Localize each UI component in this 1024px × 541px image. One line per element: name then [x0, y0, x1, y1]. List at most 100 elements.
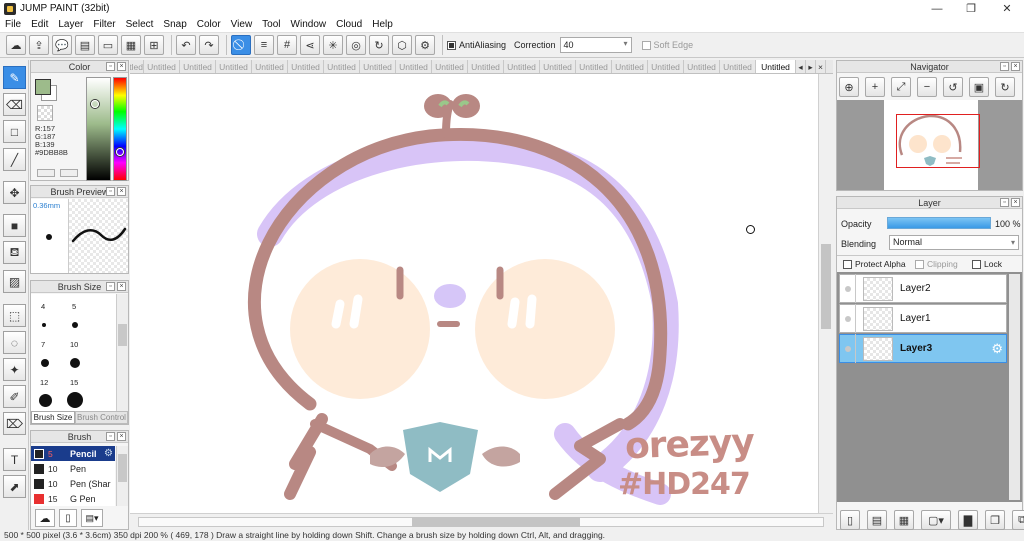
share-icon[interactable]: ⇪ — [29, 35, 49, 55]
tab-document[interactable]: Untitled — [432, 60, 468, 73]
layout-icon[interactable]: ▦ — [121, 35, 141, 55]
menu-snap[interactable]: Snap — [158, 19, 191, 30]
zoom-out-icon[interactable]: − — [917, 77, 937, 97]
new-brush-icon[interactable]: ▯ — [59, 509, 77, 527]
curve-snap-icon[interactable]: ↻ — [369, 35, 389, 55]
size-12-dot[interactable] — [39, 394, 52, 407]
panel-float-icon[interactable]: ▫ — [106, 282, 115, 291]
cloud-brush-icon[interactable]: ☁ — [35, 509, 55, 527]
tab-document[interactable]: Untitled — [504, 60, 540, 73]
bucket-tool-icon[interactable]: ⛾ — [3, 241, 26, 264]
panel-float-icon[interactable]: ▫ — [106, 62, 115, 71]
new-raster-layer-icon[interactable]: ▤ — [867, 510, 887, 530]
rotate-left-icon[interactable]: ↺ — [943, 77, 963, 97]
size-10-dot[interactable] — [70, 358, 80, 368]
zoom-fit-icon[interactable]: ⊕ — [839, 77, 859, 97]
panel-close-icon[interactable]: × — [1011, 198, 1020, 207]
brush-size-scrollbar[interactable] — [116, 294, 128, 411]
lasso-tool-icon[interactable]: ◌ — [3, 331, 26, 354]
tab-document[interactable]: Untitled — [648, 60, 684, 73]
scroll-thumb[interactable] — [412, 517, 580, 527]
tab-document[interactable]: Untitled — [576, 60, 612, 73]
size-5-dot[interactable] — [72, 322, 78, 328]
radial-snap-icon[interactable]: ✳ — [323, 35, 343, 55]
cloud-icon[interactable]: ☁ — [6, 35, 26, 55]
layer-row-layer2[interactable]: Layer2 — [839, 274, 1007, 303]
scroll-thumb[interactable] — [118, 324, 127, 346]
correction-dropdown[interactable]: 40 — [559, 37, 632, 53]
menu-window[interactable]: Window — [286, 19, 332, 30]
hue-slider[interactable] — [113, 77, 127, 181]
tab-document-active[interactable]: Untitled — [756, 60, 796, 73]
tab-document[interactable]: Untitled — [324, 60, 360, 73]
perspective-snap-icon[interactable]: ⋖ — [300, 35, 320, 55]
polygon-snap-icon[interactable]: ⬡ — [392, 35, 412, 55]
clipping-checkbox[interactable]: Clipping — [915, 259, 958, 269]
tab-scroll-right-icon[interactable]: ▸ — [806, 60, 816, 73]
antialiasing-checkbox[interactable]: AntiAliasing — [447, 40, 506, 50]
tab-document[interactable]: Untitled — [612, 60, 648, 73]
protect-alpha-checkbox[interactable]: Protect Alpha — [843, 259, 906, 269]
duplicate-layer-icon[interactable]: ❐ — [985, 510, 1005, 530]
rectangle-tool-icon[interactable]: □ — [3, 120, 26, 143]
gear-icon[interactable]: ⚙ — [991, 341, 1003, 357]
tab-document[interactable]: Untitled — [144, 60, 180, 73]
tab-document[interactable]: Untitled — [180, 60, 216, 73]
minimize-button[interactable]: — — [920, 0, 954, 17]
text-tool-icon[interactable]: T — [3, 448, 26, 471]
drawing-canvas[interactable]: orezyy #HD247 M — [130, 74, 818, 513]
tab-brush-size[interactable]: Brush Size — [31, 411, 75, 424]
select-eraser-tool-icon[interactable]: ⌦ — [3, 412, 26, 435]
fit-window-icon[interactable]: ▣ — [969, 77, 989, 97]
color-mode-button[interactable] — [60, 169, 78, 177]
menu-select[interactable]: Select — [121, 19, 159, 30]
new-layer-icon[interactable]: ▯ — [840, 510, 860, 530]
viewport-rectangle[interactable] — [896, 114, 980, 168]
tab-document[interactable]: Untitled — [130, 60, 144, 73]
scroll-thumb[interactable] — [821, 244, 831, 329]
select-rect-tool-icon[interactable]: ⬚ — [3, 304, 26, 327]
snap-off-icon[interactable]: ⃠ — [231, 35, 251, 55]
magic-wand-tool-icon[interactable]: ✦ — [3, 358, 26, 381]
primary-color-swatch[interactable] — [35, 79, 51, 95]
menu-color[interactable]: Color — [192, 19, 226, 30]
tab-scroll-left-icon[interactable]: ◂ — [796, 60, 806, 73]
size-7-label[interactable]: 7 — [41, 340, 45, 349]
rotate-reset-icon[interactable]: ↻ — [995, 77, 1015, 97]
size-15-label[interactable]: 15 — [70, 378, 78, 387]
line-tool-icon[interactable]: ╱ — [3, 148, 26, 171]
brush-menu-icon[interactable]: ▤▾ — [81, 509, 103, 527]
size-4-dot[interactable] — [42, 323, 46, 327]
tab-document[interactable]: Untitled — [540, 60, 576, 73]
panel-float-icon[interactable]: ▫ — [1000, 198, 1009, 207]
tab-document[interactable]: Untitled — [684, 60, 720, 73]
blending-dropdown[interactable]: Normal ▾ — [889, 235, 1019, 250]
tab-close-icon[interactable]: × — [816, 60, 826, 73]
scroll-thumb[interactable] — [118, 454, 127, 482]
tab-document[interactable]: Untitled — [396, 60, 432, 73]
page-icon[interactable]: ▭ — [98, 35, 118, 55]
menu-cloud[interactable]: Cloud — [331, 19, 367, 30]
menu-filter[interactable]: Filter — [88, 19, 120, 30]
menu-file[interactable]: File — [0, 19, 26, 30]
panel-close-icon[interactable]: × — [117, 282, 126, 291]
tab-document[interactable]: Untitled — [288, 60, 324, 73]
brush-item-g-pen[interactable]: 15 G Pen — [31, 491, 115, 506]
canvas-vertical-scrollbar[interactable] — [818, 74, 833, 513]
soft-edge-checkbox[interactable]: Soft Edge — [641, 40, 693, 50]
fill-rect-tool-icon[interactable]: ■ — [3, 214, 26, 237]
gradient-tool-icon[interactable]: ▨ — [3, 270, 26, 293]
zoom-fit-screen-icon[interactable]: ⤢ — [891, 77, 911, 97]
color-value-slider[interactable] — [86, 77, 111, 181]
size-5-label[interactable]: 5 — [72, 302, 76, 311]
tab-document[interactable]: Untitled — [252, 60, 288, 73]
canvas-horizontal-scrollbar[interactable] — [130, 513, 833, 529]
size-7-dot[interactable] — [41, 359, 49, 367]
layer-row-layer1[interactable]: Layer1 — [839, 304, 1007, 333]
layer-visibility-icon[interactable] — [840, 334, 856, 363]
panel-close-icon[interactable]: × — [117, 187, 126, 196]
brush-item-pencil[interactable]: 5 Pencil ⚙ — [31, 446, 115, 461]
select-pen-tool-icon[interactable]: ✐ — [3, 385, 26, 408]
eraser-tool-icon[interactable]: ⌫ — [3, 93, 26, 116]
pen-tool-icon[interactable]: ✎ — [3, 66, 26, 89]
